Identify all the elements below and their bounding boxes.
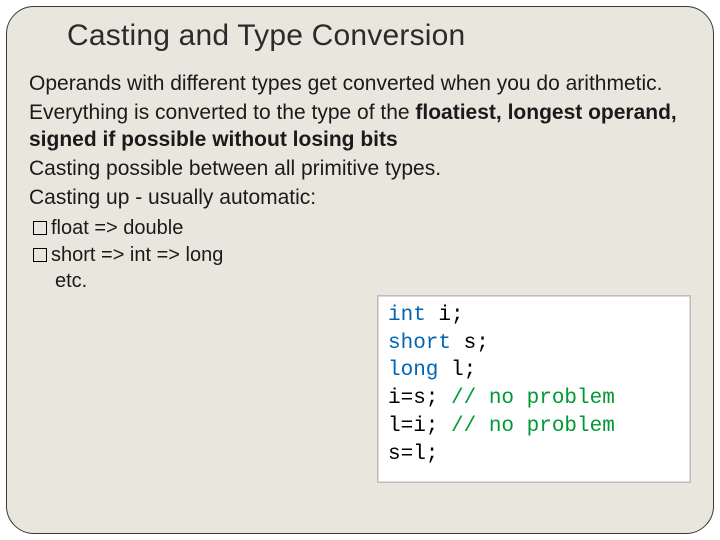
square-bullet-icon	[33, 221, 47, 235]
code-assign-li: l=i;	[388, 415, 451, 438]
list-item: short => int => long	[29, 242, 691, 269]
bullet-short-int-long: short => int => long	[51, 244, 223, 266]
code-decl-l: l;	[438, 359, 476, 382]
code-decl-i: i;	[426, 304, 464, 327]
slide-title: Casting and Type Conversion	[67, 19, 691, 53]
paragraph-conversion-rule: Everything is converted to the type of t…	[29, 100, 691, 154]
slide-frame: Casting and Type Conversion Operands wit…	[6, 6, 714, 534]
text-everything-converted: Everything is converted to the type of t…	[29, 101, 415, 124]
bullet-continuation-etc: etc.	[29, 269, 691, 295]
code-example-box: int i; short s; long l; i=s; // no probl…	[377, 295, 691, 483]
code-assign-sl: s=l;	[388, 443, 438, 466]
paragraph-operands: Operands with different types get conver…	[29, 71, 691, 98]
bullet-list: float => double short => int => long etc…	[29, 215, 691, 295]
comment-no-problem-2: // no problem	[451, 415, 615, 438]
bullet-float-double: float => double	[51, 217, 183, 239]
paragraph-casting-possible: Casting possible between all primitive t…	[29, 156, 691, 183]
keyword-short: short	[388, 332, 451, 355]
slide-body: Operands with different types get conver…	[29, 71, 691, 295]
comment-no-problem-1: // no problem	[451, 387, 615, 410]
square-bullet-icon	[33, 248, 47, 262]
code-block: int i; short s; long l; i=s; // no probl…	[388, 302, 680, 468]
code-decl-s: s;	[451, 332, 489, 355]
paragraph-casting-up: Casting up - usually automatic:	[29, 185, 691, 212]
keyword-long: long	[388, 359, 438, 382]
list-item: float => double	[29, 215, 691, 242]
code-assign-is: i=s;	[388, 387, 451, 410]
keyword-int: int	[388, 304, 426, 327]
